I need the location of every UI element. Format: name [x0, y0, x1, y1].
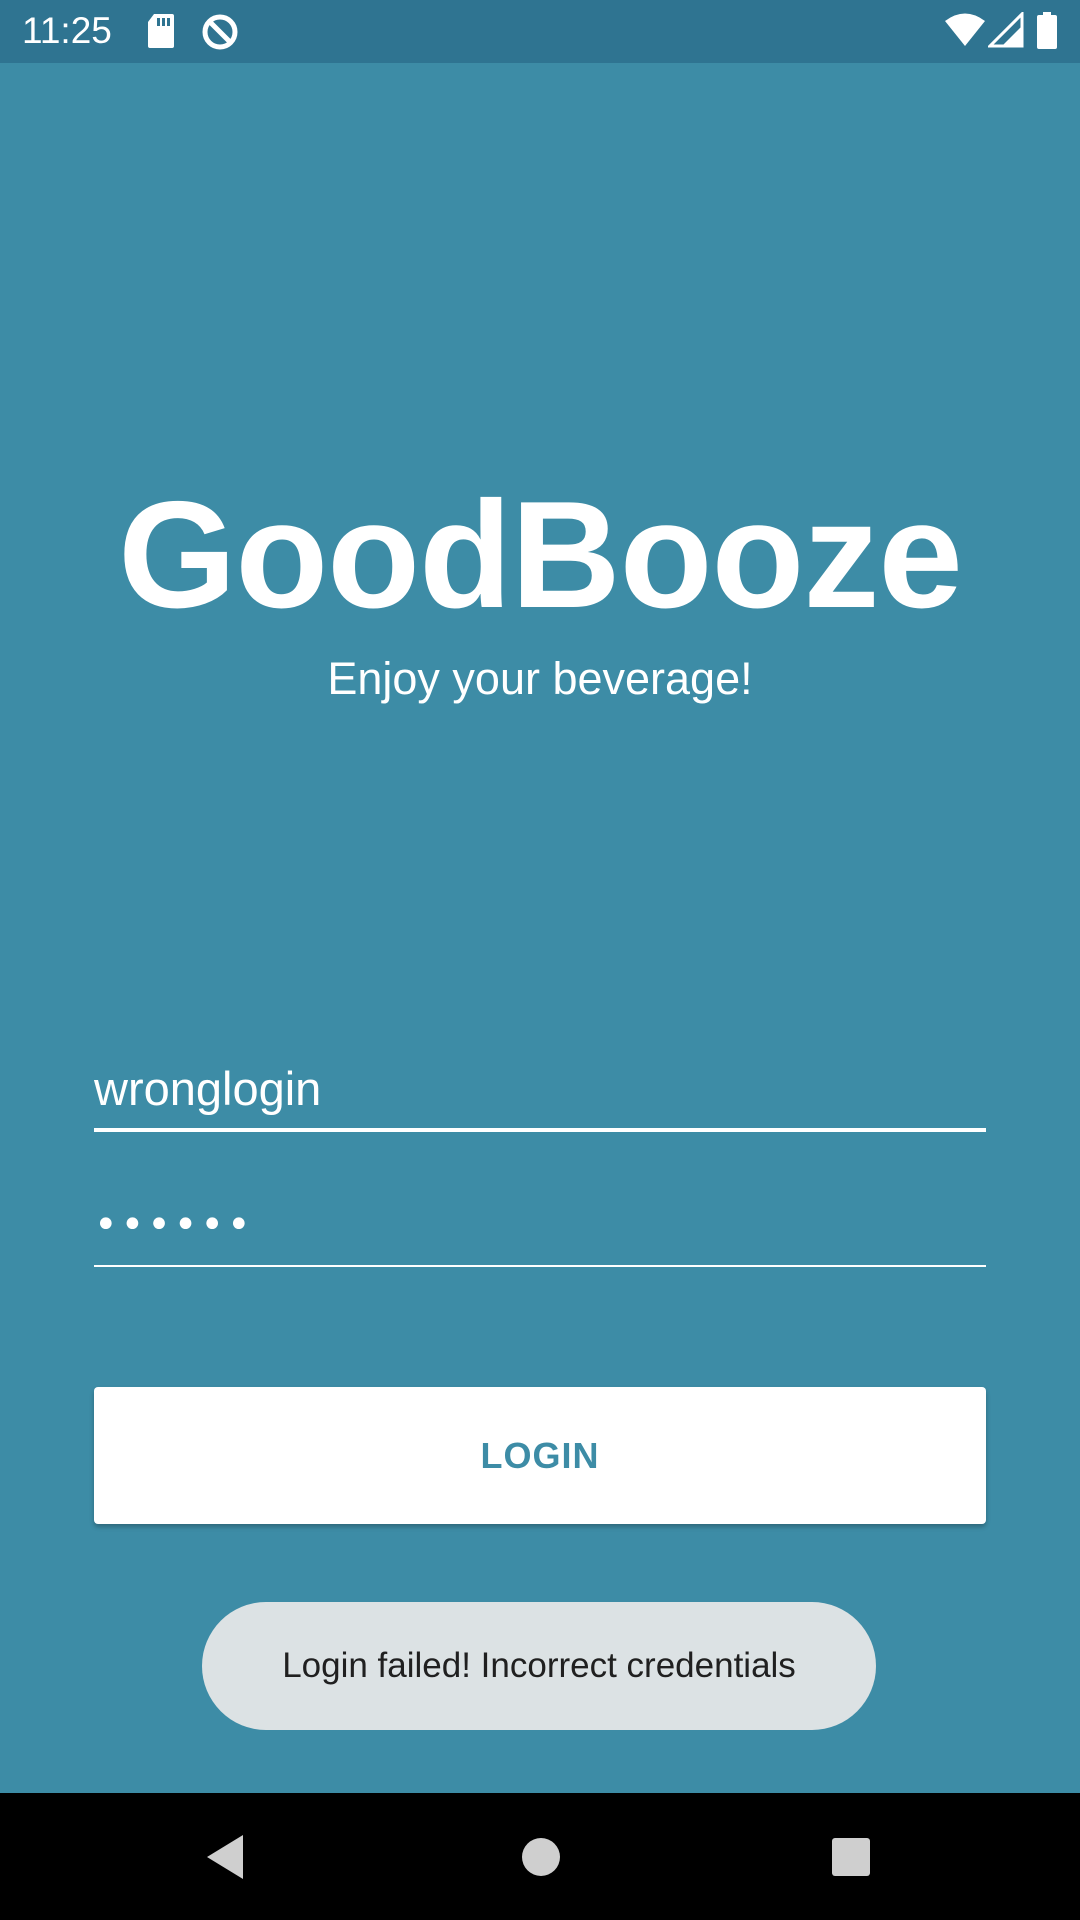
login-screen: 11:25 GoodBooze Enjoy your beverage! wro…: [0, 0, 1080, 1920]
status-bar: 11:25: [0, 0, 1080, 63]
sync-icon: [200, 12, 240, 56]
recents-button[interactable]: [806, 1793, 896, 1920]
wifi-icon: [944, 12, 986, 52]
password-input[interactable]: [94, 1185, 986, 1265]
login-button[interactable]: LOGIN: [94, 1387, 986, 1524]
app-title: GoodBooze: [118, 470, 963, 640]
password-field[interactable]: [94, 1185, 986, 1267]
app-subtitle: Enjoy your beverage!: [327, 653, 753, 704]
navigation-bar: [0, 1793, 1080, 1920]
login-field[interactable]: [94, 1048, 986, 1132]
recents-icon: [832, 1837, 870, 1876]
error-toast: Login failed! Incorrect credentials: [202, 1602, 876, 1730]
home-button[interactable]: [496, 1793, 586, 1920]
login-input[interactable]: [94, 1048, 986, 1128]
back-icon: [207, 1834, 243, 1879]
toast-message: Login failed! Incorrect credentials: [282, 1646, 796, 1685]
home-icon: [522, 1837, 560, 1876]
sd-card-icon: [146, 12, 176, 54]
back-button[interactable]: [180, 1793, 270, 1920]
status-time: 11:25: [22, 10, 112, 51]
battery-icon: [1036, 12, 1058, 54]
signal-icon: [986, 10, 1024, 52]
